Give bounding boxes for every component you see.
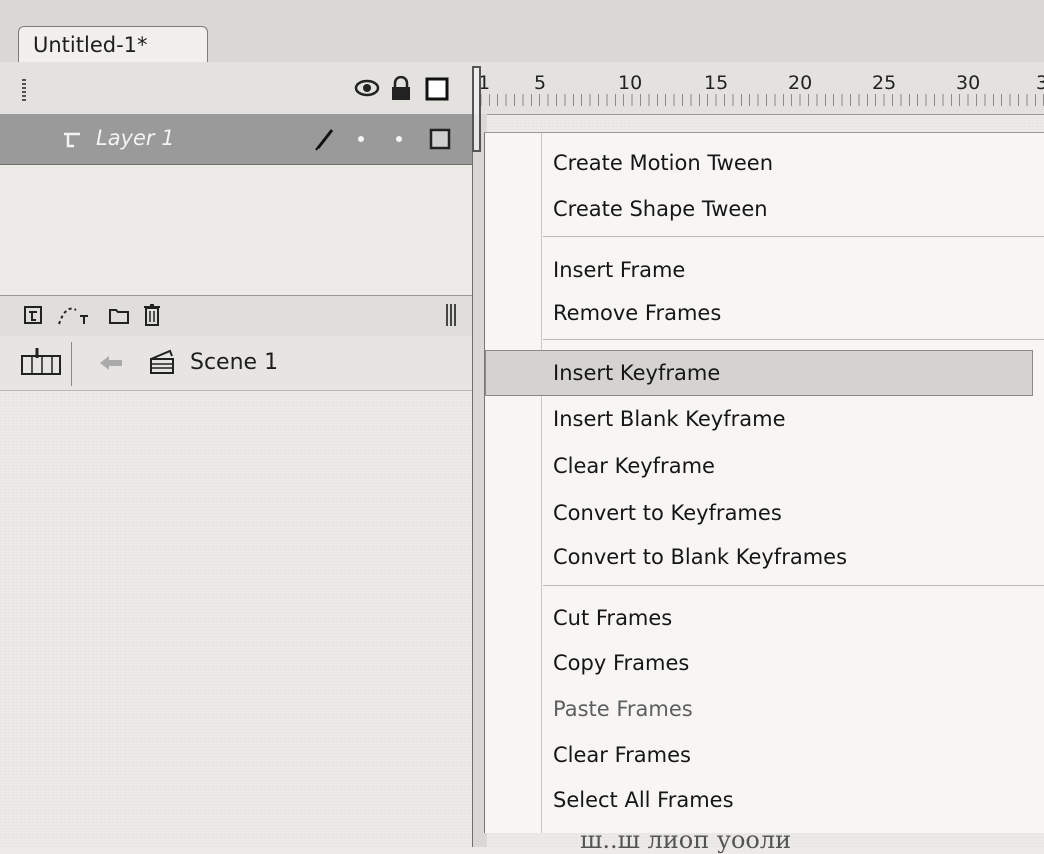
layer-name[interactable]: Layer 1 <box>96 126 175 150</box>
menu-separator <box>543 339 1044 340</box>
document-tab-strip: Untitled-1* <box>0 0 1044 64</box>
timeline-ruler[interactable]: 1 5 10 15 20 25 30 3 <box>472 62 1044 115</box>
menu-item-clear-keyframe[interactable]: Clear Keyframe <box>553 454 715 478</box>
scene-bar-divider <box>71 342 72 386</box>
back-arrow-icon[interactable] <box>96 352 126 374</box>
scan-footer-text: ш..ш лиоп уооли <box>580 826 792 854</box>
menu-separator <box>543 236 1044 237</box>
eye-icon[interactable] <box>354 76 380 100</box>
frame-number: 15 <box>704 72 729 94</box>
layer-row[interactable]: Layer 1 <box>0 114 472 165</box>
outline-square-icon[interactable] <box>428 127 452 151</box>
visibility-dot-icon[interactable] <box>356 134 366 144</box>
clapper-icon <box>150 349 174 374</box>
ruler-ticks <box>472 94 1044 106</box>
menu-item-cut-frames[interactable]: Cut Frames <box>553 606 672 630</box>
menu-item-paste-frames[interactable]: Paste Frames <box>553 697 693 721</box>
layers-empty-area <box>0 165 472 295</box>
pencil-icon[interactable] <box>314 126 338 152</box>
document-tab-title: Untitled-1* <box>33 33 148 57</box>
menu-item-insert-keyframe[interactable]: Insert Keyframe <box>553 361 720 385</box>
trash-icon[interactable] <box>142 302 162 328</box>
frame-number: 5 <box>534 72 547 94</box>
layers-header <box>0 62 472 115</box>
document-tab[interactable]: Untitled-1* <box>18 26 208 64</box>
motion-guide-icon[interactable] <box>56 302 92 328</box>
scene-label[interactable]: Scene 1 <box>190 350 278 375</box>
lock-icon[interactable] <box>390 76 412 102</box>
resize-handle[interactable] <box>446 304 456 326</box>
context-menu: Create Motion Tween Create Shape Tween I… <box>484 132 1044 833</box>
frame-number: 30 <box>956 72 981 94</box>
menu-item-clear-frames[interactable]: Clear Frames <box>553 743 691 767</box>
menu-item-convert-to-blank-keyframes[interactable]: Convert to Blank Keyframes <box>553 545 847 569</box>
layer-icon <box>64 132 80 148</box>
timeline-icon[interactable] <box>18 348 64 378</box>
new-layer-icon[interactable] <box>22 304 44 326</box>
menu-item-create-motion-tween[interactable]: Create Motion Tween <box>553 151 773 175</box>
menu-item-insert-frame[interactable]: Insert Frame <box>553 258 685 282</box>
menu-icon-gutter <box>541 133 542 833</box>
menu-item-convert-to-keyframes[interactable]: Convert to Keyframes <box>553 501 782 525</box>
menu-item-create-shape-tween[interactable]: Create Shape Tween <box>553 197 768 221</box>
frame-number: 3 <box>1036 72 1044 94</box>
outline-square-icon[interactable] <box>424 76 450 102</box>
layer-toolbar <box>0 295 472 337</box>
menu-item-copy-frames[interactable]: Copy Frames <box>553 651 689 675</box>
menu-item-insert-blank-keyframe[interactable]: Insert Blank Keyframe <box>553 407 786 431</box>
menu-separator <box>543 585 1044 586</box>
folder-icon[interactable] <box>108 305 130 325</box>
scene-bar: Scene 1 <box>0 336 484 391</box>
menu-item-remove-frames[interactable]: Remove Frames <box>553 301 721 325</box>
panel-grip-handle[interactable] <box>22 77 26 101</box>
frame-number: 25 <box>872 72 897 94</box>
playhead[interactable] <box>472 66 481 152</box>
frame-number: 10 <box>618 72 643 94</box>
menu-item-select-all-frames[interactable]: Select All Frames <box>553 788 734 812</box>
frame-number: 20 <box>788 72 813 94</box>
lock-dot-icon[interactable] <box>394 134 404 144</box>
